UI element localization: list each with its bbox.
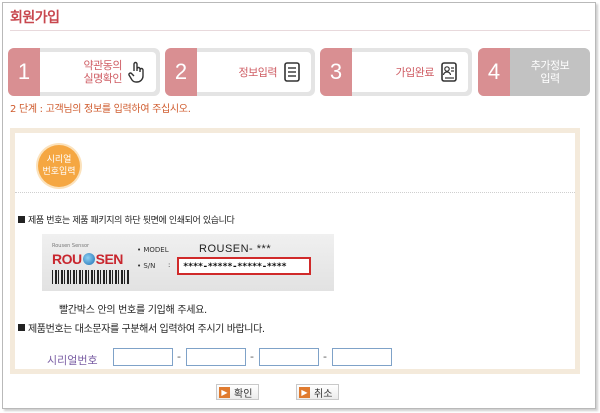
hand-pointer-icon [128, 61, 144, 83]
arrow-right-icon: ▶ [299, 386, 310, 398]
notice-text: 제품 번호는 제품 패키지의 하단 뒷면에 인쇄되어 있습니다 [28, 216, 235, 226]
sn-value: ****-*****-*****-**** [183, 262, 287, 272]
sn-highlight-box: ****-*****-*****-**** [177, 257, 311, 275]
step-label-line1: 추가정보 [530, 59, 570, 72]
page-title: 회원가입 [10, 10, 60, 26]
cancel-label: 취소 [314, 388, 333, 400]
sn-label: • S/N [137, 262, 156, 270]
step-label: 가입완료 [395, 65, 435, 79]
serial-input-2[interactable] [186, 348, 246, 366]
step-label: 약관동의 실명확인 [83, 59, 123, 85]
step-label-line2: 실명확인 [83, 72, 123, 85]
serial-panel: 시리얼 번호입력 제품 번호는 제품 패키지의 하단 뒷면에 인쇄되어 있습니다… [10, 128, 580, 374]
notice-red-box: 빨간박스 안의 번호를 기입해 주세요. [59, 305, 207, 316]
serial-dash: - [250, 350, 254, 363]
bullet-icon [18, 324, 25, 331]
title-divider [10, 30, 590, 31]
product-label-example: Rousen Sensor ROU SEN • MODEL ROUSEN- **… [42, 234, 334, 291]
step-body: 정보입력 [197, 52, 311, 92]
step-body: 추가정보 입력 [510, 48, 590, 96]
step-number: 4 [478, 48, 510, 96]
serial-badge: 시리얼 번호입력 [38, 145, 80, 187]
brand-right: SEN [95, 251, 124, 267]
cancel-button[interactable]: ▶ 취소 [296, 384, 340, 400]
globe-icon [82, 253, 95, 265]
step-1: 1 약관동의 실명확인 [8, 48, 160, 96]
dotted-divider [15, 192, 575, 193]
serial-dash: - [323, 350, 327, 363]
serial-dash: - [177, 350, 181, 363]
step-indicator: 1 약관동의 실명확인 2 정보입력 3 가입완료 4 추가정보 입력 [8, 48, 590, 98]
notice-serial-location: 제품 번호는 제품 패키지의 하단 뒷면에 인쇄되어 있습니다 [18, 213, 235, 226]
brand-left: ROU [52, 251, 82, 267]
step-label-line2: 입력 [540, 72, 560, 85]
notice-text: 제품번호는 대소문자를 구분해서 입력하여 주시기 바랍니다. [28, 324, 265, 335]
id-card-icon [441, 62, 457, 82]
step-body: 약관동의 실명확인 [40, 52, 156, 92]
brand-logo: ROU SEN [52, 251, 123, 267]
sn-colon: : [168, 261, 171, 269]
step-body: 가입완료 [352, 52, 468, 92]
serial-input-1[interactable] [113, 348, 173, 366]
badge-line1: 시리얼 [46, 155, 72, 165]
step-4: 4 추가정보 입력 [478, 48, 590, 96]
document-icon [284, 62, 300, 82]
serial-label: 시리얼번호 [47, 354, 98, 367]
badge-line2: 번호입력 [42, 167, 76, 177]
brand-caption: Rousen Sensor [52, 243, 90, 249]
step-number: 3 [320, 48, 352, 96]
step-3: 3 가입완료 [320, 48, 472, 96]
bullet-icon [18, 216, 25, 223]
step-label-line1: 약관동의 [83, 59, 123, 72]
arrow-right-icon: ▶ [219, 386, 230, 398]
step-2: 2 정보입력 [165, 48, 315, 96]
step-description: 2 단계 : 고객님의 정보를 입력하여 주십시오. [10, 104, 191, 115]
serial-input-4[interactable] [332, 348, 392, 366]
step-number: 1 [8, 48, 40, 96]
model-value: ROUSEN- *** [199, 243, 272, 255]
barcode-icon [52, 270, 130, 284]
confirm-label: 확인 [234, 388, 253, 400]
model-label: • MODEL [137, 246, 169, 254]
serial-input-3[interactable] [259, 348, 319, 366]
step-label: 추가정보 입력 [530, 59, 570, 85]
step-label: 정보입력 [238, 65, 278, 79]
step-number: 2 [165, 48, 197, 96]
confirm-button[interactable]: ▶ 확인 [216, 384, 260, 400]
notice-case-sensitive: 제품번호는 대소문자를 구분해서 입력하여 주시기 바랍니다. [18, 320, 265, 335]
